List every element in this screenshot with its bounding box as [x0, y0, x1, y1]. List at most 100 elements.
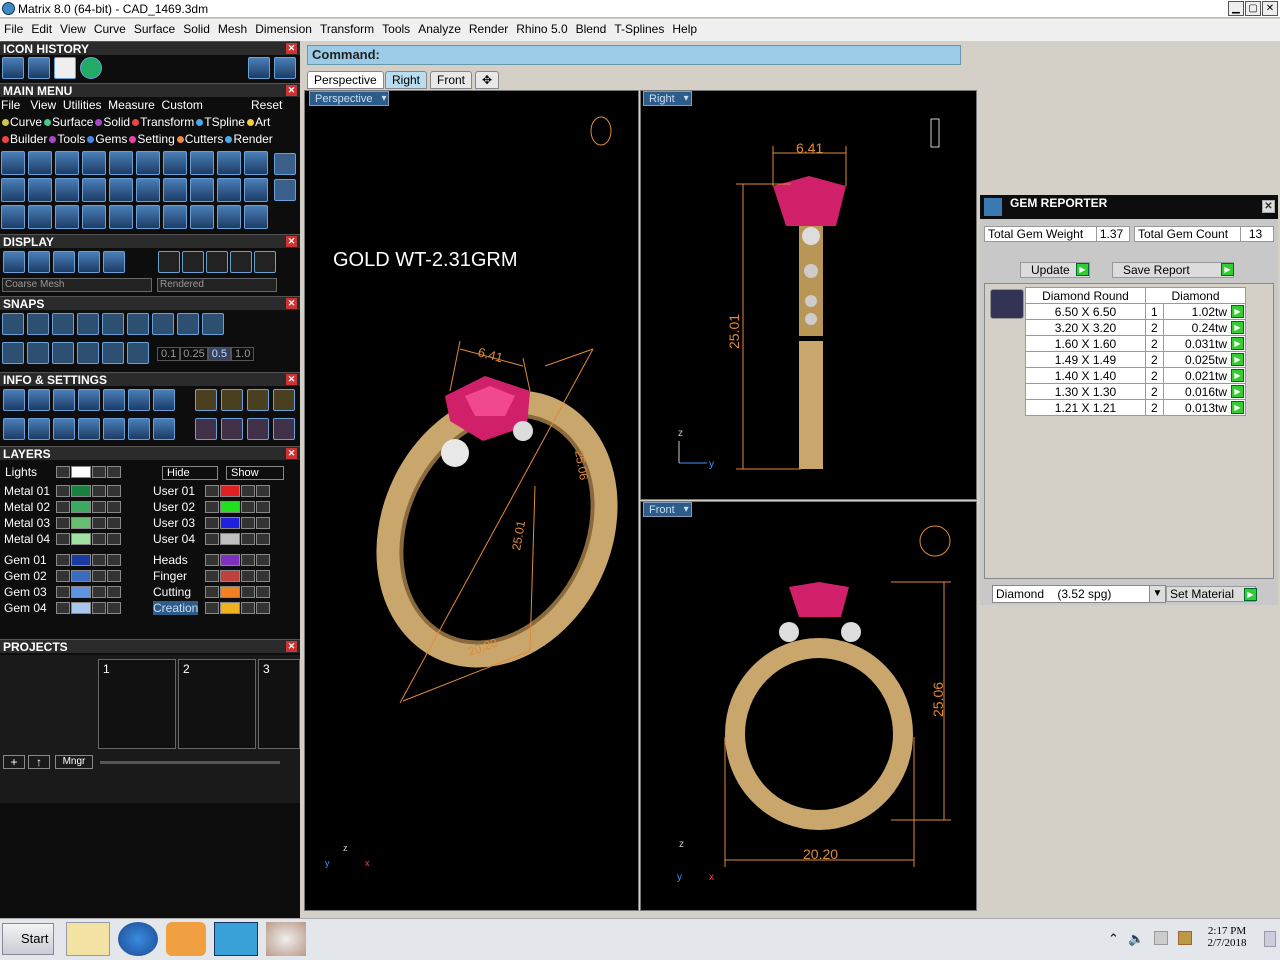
snap-icon-row1-6[interactable]: [152, 313, 174, 335]
minimize-button[interactable]: ▁: [1228, 1, 1244, 16]
snap-1.0[interactable]: 1.0: [231, 347, 255, 361]
main-tool-icon-0-3[interactable]: [82, 151, 106, 175]
snap-icon-row2-5[interactable]: [127, 342, 149, 364]
main-tool-icon-2-1[interactable]: [28, 205, 52, 229]
display-mode-icon-0[interactable]: [3, 251, 25, 273]
cat-transform[interactable]: Transform: [140, 115, 194, 129]
project-slot-2[interactable]: 2: [178, 659, 256, 749]
info-icon-row1-5[interactable]: [128, 389, 150, 411]
save-report-button[interactable]: Save Report: [1112, 262, 1234, 278]
main-tool-icon-1-0[interactable]: [1, 178, 25, 202]
render-select[interactable]: Rendered: [157, 278, 277, 292]
snap-icon-row1-5[interactable]: [127, 313, 149, 335]
layer-controls[interactable]: [205, 602, 270, 614]
snap-0.25[interactable]: 0.25: [180, 347, 208, 361]
tab-add[interactable]: ✥: [475, 71, 500, 89]
display-mode-icon-2[interactable]: [53, 251, 75, 273]
info-icon-row2-5[interactable]: [128, 418, 150, 440]
main-tool-icon-2-0[interactable]: [1, 205, 25, 229]
project-slot-1[interactable]: 1: [98, 659, 176, 749]
cat-art[interactable]: Art: [255, 115, 270, 129]
info-icon-row2-6[interactable]: [153, 418, 175, 440]
save-report-arrow-icon[interactable]: ▶: [1221, 263, 1234, 276]
row-arrow-icon[interactable]: ▶: [1231, 337, 1244, 350]
close-icon[interactable]: ✕: [286, 448, 297, 459]
volume-icon[interactable]: 🔈: [1128, 931, 1144, 947]
main-tool-icon-0-7[interactable]: [190, 151, 214, 175]
media-player-icon[interactable]: [166, 922, 206, 956]
layer-controls[interactable]: [205, 586, 270, 598]
main-tool-icon-2-2[interactable]: [55, 205, 79, 229]
layer-controls[interactable]: [56, 554, 121, 566]
mm-custom[interactable]: Custom: [162, 98, 203, 112]
set-material-button[interactable]: Set Material: [1166, 586, 1256, 602]
info-icon-row2-3[interactable]: [78, 418, 100, 440]
info-setting-icon-row2-2[interactable]: [247, 418, 269, 440]
info-setting-icon-row1-1[interactable]: [221, 389, 243, 411]
layer-controls[interactable]: [205, 533, 270, 545]
snap-icon-row1-3[interactable]: [77, 313, 99, 335]
main-tool-icon-0-0[interactable]: [1, 151, 25, 175]
info-icon-row1-6[interactable]: [153, 389, 175, 411]
material-select[interactable]: Diamond (3.52 spg) ▼: [992, 585, 1166, 603]
start-button[interactable]: Start: [2, 923, 54, 955]
snap-icon-row1-0[interactable]: [2, 313, 24, 335]
main-tool-icon-0-2[interactable]: [55, 151, 79, 175]
snap-icon-row2-1[interactable]: [27, 342, 49, 364]
menu-blend[interactable]: Blend: [572, 19, 611, 39]
gem-row[interactable]: 1.21 X 1.21 2 0.013tw ▶: [1025, 399, 1247, 416]
add-project-button[interactable]: +: [3, 755, 25, 769]
power-icon[interactable]: [1178, 931, 1192, 945]
main-tool-icon-0-5[interactable]: [136, 151, 160, 175]
projects-scrollbar[interactable]: [100, 761, 280, 764]
snap-icon-row1-4[interactable]: [102, 313, 124, 335]
main-tool-icon-extra-2[interactable]: [274, 179, 296, 201]
main-tool-icon-1-2[interactable]: [55, 178, 79, 202]
cat-render[interactable]: Render: [233, 132, 272, 146]
mesh-select[interactable]: Coarse Mesh: [2, 278, 152, 292]
snap-icon-row2-0[interactable]: [2, 342, 24, 364]
snap-0.1[interactable]: 0.1: [157, 347, 181, 361]
tray-expand-icon[interactable]: ⌃: [1108, 931, 1119, 947]
maximize-button[interactable]: ▢: [1245, 1, 1261, 16]
explorer-icon[interactable]: [66, 922, 110, 956]
row-arrow-icon[interactable]: ▶: [1231, 305, 1244, 318]
snap-icon-row2-2[interactable]: [52, 342, 74, 364]
cat-solid[interactable]: Solid: [103, 115, 130, 129]
menu-transform[interactable]: Transform: [316, 19, 378, 39]
mm-view[interactable]: View: [30, 98, 56, 112]
close-icon[interactable]: ✕: [286, 641, 297, 652]
menu-surface[interactable]: Surface: [130, 19, 179, 39]
main-tool-icon-0-8[interactable]: [217, 151, 241, 175]
show-desktop-button[interactable]: [1264, 931, 1276, 947]
lights-controls[interactable]: [56, 466, 121, 478]
layer-controls[interactable]: [56, 602, 121, 614]
matrix-app-icon[interactable]: [214, 922, 258, 956]
diamond-round-icon[interactable]: [990, 289, 1024, 319]
right-viewport[interactable]: Right 6.41 25.01 zy: [640, 90, 977, 500]
snap-icon-row1-8[interactable]: [202, 313, 224, 335]
layer-controls[interactable]: [56, 485, 121, 497]
close-icon[interactable]: ✕: [286, 43, 297, 54]
gem-row[interactable]: 6.50 X 6.50 1 1.02tw ▶: [1025, 303, 1247, 320]
display-material-icon-4[interactable]: [254, 251, 276, 273]
main-tool-icon-1-3[interactable]: [82, 178, 106, 202]
info-icon-row1-4[interactable]: [103, 389, 125, 411]
front-viewport[interactable]: Front 25.06 20.20 zyx: [640, 501, 977, 911]
close-button[interactable]: ✕: [1262, 1, 1278, 16]
snap-0.5[interactable]: 0.5: [207, 347, 232, 361]
main-tool-icon-1-7[interactable]: [190, 178, 214, 202]
main-tool-icon-1-9[interactable]: [244, 178, 268, 202]
info-setting-icon-row1-0[interactable]: [195, 389, 217, 411]
main-tool-icon-1-4[interactable]: [109, 178, 133, 202]
history-icon-2[interactable]: [28, 57, 50, 79]
display-mode-icon-4[interactable]: [103, 251, 125, 273]
info-icon-row1-0[interactable]: [3, 389, 25, 411]
cat-builder[interactable]: Builder: [10, 132, 47, 146]
display-material-icon-0[interactable]: [158, 251, 180, 273]
snap-icon-row1-1[interactable]: [27, 313, 49, 335]
main-tool-icon-2-8[interactable]: [217, 205, 241, 229]
close-icon[interactable]: ✕: [286, 298, 297, 309]
menu-tools[interactable]: Tools: [378, 19, 414, 39]
paint-icon[interactable]: [266, 922, 306, 956]
